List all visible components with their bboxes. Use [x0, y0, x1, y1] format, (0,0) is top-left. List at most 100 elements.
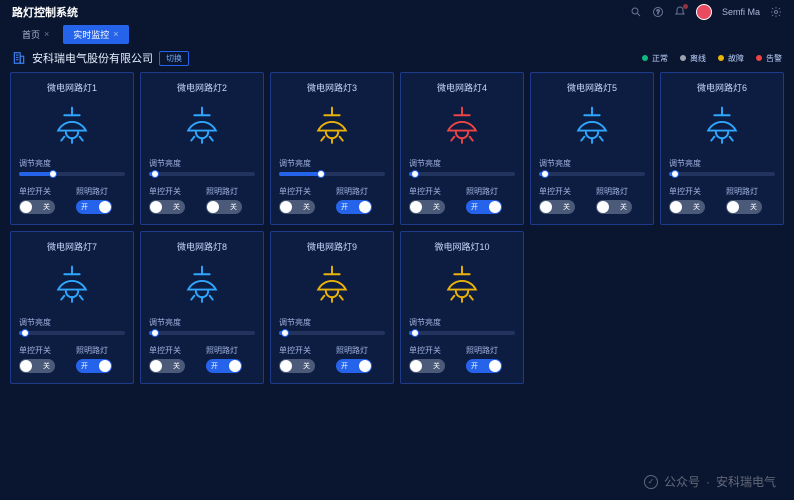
single-toggle[interactable]: 关 — [19, 359, 55, 373]
legend-fault: 故障 — [718, 53, 744, 64]
close-icon[interactable]: × — [113, 29, 118, 39]
brightness-label: 调节亮度 — [409, 158, 515, 169]
brightness-control: 调节亮度 — [19, 158, 125, 176]
lamp-card: 微电网路灯6调节亮度单控开关关照明路灯关 — [660, 72, 784, 225]
lighting-label: 照明路灯 — [726, 186, 775, 197]
lighting-toggle[interactable]: 关 — [726, 200, 762, 214]
lamp-name: 微电网路灯3 — [279, 81, 385, 94]
lamp-card: 微电网路灯5调节亮度单控开关关照明路灯关 — [530, 72, 654, 225]
single-toggle[interactable]: 关 — [279, 359, 315, 373]
single-toggle[interactable]: 关 — [539, 200, 575, 214]
single-toggle[interactable]: 关 — [19, 200, 55, 214]
lighting-toggle[interactable]: 开 — [76, 359, 112, 373]
brightness-slider[interactable] — [279, 331, 385, 335]
brightness-label: 调节亮度 — [19, 158, 125, 169]
brightness-slider[interactable] — [409, 172, 515, 176]
lighting-label: 照明路灯 — [76, 345, 125, 356]
brightness-control: 调节亮度 — [19, 317, 125, 335]
lighting-label: 照明路灯 — [336, 345, 385, 356]
brightness-label: 调节亮度 — [539, 158, 645, 169]
brightness-label: 调节亮度 — [279, 317, 385, 328]
lighting-label: 照明路灯 — [206, 345, 255, 356]
brightness-control: 调节亮度 — [539, 158, 645, 176]
single-toggle[interactable]: 关 — [149, 359, 185, 373]
brightness-slider[interactable] — [409, 331, 515, 335]
brightness-slider[interactable] — [279, 172, 385, 176]
wechat-icon: ✓ — [644, 475, 658, 489]
single-label: 单控开关 — [409, 345, 458, 356]
avatar[interactable] — [696, 4, 712, 20]
tab-bar: 首页×实时监控× — [0, 24, 794, 44]
lighting-label: 照明路灯 — [336, 186, 385, 197]
lamp-name: 微电网路灯9 — [279, 240, 385, 253]
bell-icon[interactable] — [674, 6, 686, 18]
search-icon[interactable] — [630, 6, 642, 18]
legend-alarm: 告警 — [756, 53, 782, 64]
lighting-toggle[interactable]: 开 — [466, 359, 502, 373]
lamp-name: 微电网路灯8 — [149, 240, 255, 253]
brightness-label: 调节亮度 — [279, 158, 385, 169]
lighting-toggle[interactable]: 开 — [76, 200, 112, 214]
lighting-toggle[interactable]: 开 — [336, 200, 372, 214]
brightness-slider[interactable] — [19, 331, 125, 335]
lighting-toggle[interactable]: 开 — [466, 200, 502, 214]
brightness-slider[interactable] — [539, 172, 645, 176]
lamp-card: 微电网路灯10 调节亮度单控开关关 照明路灯开 — [400, 231, 524, 384]
lighting-toggle[interactable]: 开 — [206, 359, 242, 373]
single-label: 单控开关 — [279, 345, 328, 356]
lamp-name: 微电网路灯1 — [19, 81, 125, 94]
lighting-label: 照明路灯 — [466, 345, 515, 356]
brightness-slider[interactable] — [669, 172, 775, 176]
lighting-label: 照明路灯 — [466, 186, 515, 197]
system-bar: 路灯控制系统 ? Semfi Ma — [0, 0, 794, 24]
brightness-control: 调节亮度 — [409, 317, 515, 335]
lamp-icon — [569, 106, 615, 146]
switch-button[interactable]: 切换 — [159, 51, 189, 66]
single-toggle[interactable]: 关 — [669, 200, 705, 214]
svg-text:?: ? — [656, 10, 660, 16]
lighting-label: 照明路灯 — [206, 186, 255, 197]
tab-首页[interactable]: 首页× — [12, 25, 59, 44]
brightness-control: 调节亮度 — [149, 317, 255, 335]
help-icon[interactable]: ? — [652, 6, 664, 18]
brightness-label: 调节亮度 — [149, 317, 255, 328]
lamp-name: 微电网路灯5 — [539, 81, 645, 94]
lighting-toggle[interactable]: 关 — [206, 200, 242, 214]
lamp-card: 微电网路灯3 调节亮度单控开关关 照明路灯开 — [270, 72, 394, 225]
lamp-name: 微电网路灯10 — [409, 240, 515, 253]
single-toggle[interactable]: 关 — [409, 200, 445, 214]
brightness-label: 调节亮度 — [19, 317, 125, 328]
brightness-slider[interactable] — [149, 172, 255, 176]
brightness-slider[interactable] — [149, 331, 255, 335]
lighting-toggle[interactable]: 关 — [596, 200, 632, 214]
lamp-icon — [699, 106, 745, 146]
single-label: 单控开关 — [279, 186, 328, 197]
section-header: 安科瑞电气股份有限公司 切换 正常 离线 故障 告警 — [0, 44, 794, 72]
lighting-label: 照明路灯 — [76, 186, 125, 197]
single-toggle[interactable]: 关 — [409, 359, 445, 373]
lamp-name: 微电网路灯6 — [669, 81, 775, 94]
lamp-card: 微电网路灯2调节亮度单控开关关照明路灯关 — [140, 72, 264, 225]
lamp-icon — [439, 106, 485, 146]
lamp-icon — [309, 106, 355, 146]
lighting-toggle[interactable]: 开 — [336, 359, 372, 373]
close-icon[interactable]: × — [44, 29, 49, 39]
lamp-card: 微电网路灯9 调节亮度单控开关关 照明路灯开 — [270, 231, 394, 384]
brightness-control: 调节亮度 — [669, 158, 775, 176]
brightness-control: 调节亮度 — [409, 158, 515, 176]
gear-icon[interactable] — [770, 6, 782, 18]
tab-实时监控[interactable]: 实时监控× — [63, 25, 128, 44]
legend-normal: 正常 — [642, 53, 668, 64]
brightness-slider[interactable] — [19, 172, 125, 176]
app-title: 路灯控制系统 — [12, 4, 78, 20]
single-label: 单控开关 — [19, 345, 68, 356]
lamp-card: 微电网路灯1 调节亮度单控开关关 照明路灯开 — [10, 72, 134, 225]
lamp-icon — [49, 106, 95, 146]
single-toggle[interactable]: 关 — [279, 200, 315, 214]
watermark: ✓ 公众号 · 安科瑞电气 — [644, 473, 776, 490]
brightness-label: 调节亮度 — [669, 158, 775, 169]
brightness-control: 调节亮度 — [279, 317, 385, 335]
single-label: 单控开关 — [19, 186, 68, 197]
lighting-label: 照明路灯 — [596, 186, 645, 197]
single-toggle[interactable]: 关 — [149, 200, 185, 214]
